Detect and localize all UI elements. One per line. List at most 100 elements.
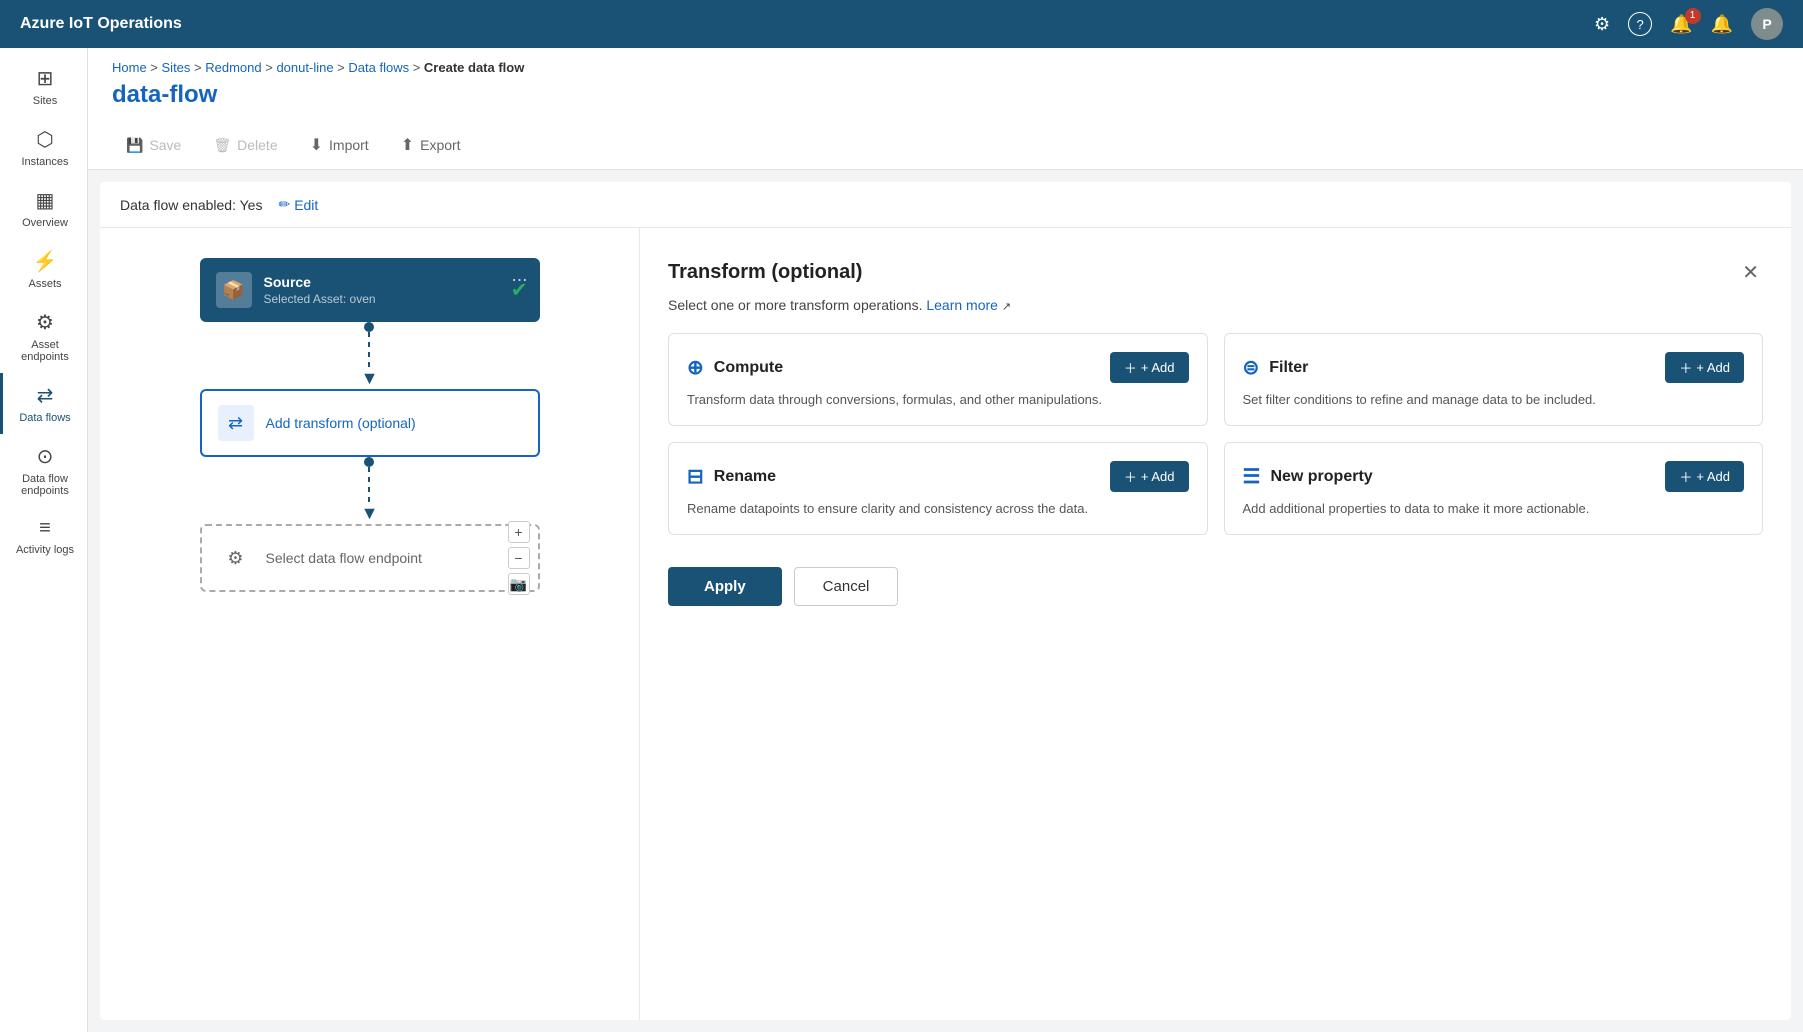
learn-more-link[interactable]: Learn more <box>926 297 998 313</box>
import-icon: ⬇ <box>310 135 323 155</box>
connector-arrow-1: ▼ <box>361 368 379 389</box>
filter-add-icon: ＋ <box>1679 358 1692 377</box>
dataflow-body: 📦 Source Selected Asset: oven ⋯ ✔ ▼ <box>100 228 1791 1020</box>
endpoint-camera-button[interactable]: 📷 <box>508 573 530 595</box>
endpoint-minus-button[interactable]: − <box>508 547 530 569</box>
page-title: data-flow <box>112 81 1779 109</box>
connector-arrow-2: ▼ <box>361 503 379 524</box>
save-label: Save <box>149 137 181 153</box>
transform-node[interactable]: ⇄ Add transform (optional) <box>200 389 540 457</box>
save-button[interactable]: 💾 Save <box>112 131 195 160</box>
filter-card-header: ⊜ Filter ＋ + Add <box>1243 352 1745 383</box>
new-property-card-header: ☰ New property ＋ + Add <box>1243 461 1745 492</box>
export-icon: ⬆ <box>401 135 414 155</box>
breadcrumb-donut-line[interactable]: donut-line <box>276 60 333 75</box>
sidebar-item-data-flow-endpoints[interactable]: ⊙ Data flow endpoints <box>0 434 87 507</box>
new-property-add-icon: ＋ <box>1679 467 1692 486</box>
flow-canvas: 📦 Source Selected Asset: oven ⋯ ✔ ▼ <box>100 228 640 1020</box>
toolbar: 💾 Save 🗑 Delete ⬇ Import ⬆ Export <box>112 121 1779 169</box>
new-property-add-button[interactable]: ＋ + Add <box>1665 461 1744 492</box>
source-node-icon: 📦 <box>216 272 252 308</box>
breadcrumb-home[interactable]: Home <box>112 60 147 75</box>
close-button[interactable]: ✕ <box>1738 256 1763 289</box>
app-title: Azure IoT Operations <box>20 15 1594 33</box>
data-flow-endpoints-icon: ⊙ <box>37 444 54 469</box>
data-flows-icon: ⇄ <box>37 383 54 408</box>
rename-description: Rename datapoints to ensure clarity and … <box>687 500 1189 518</box>
filter-label: Filter <box>1269 359 1308 377</box>
page-header: Home > Sites > Redmond > donut-line > Da… <box>88 48 1803 170</box>
apply-button[interactable]: Apply <box>668 567 782 606</box>
sidebar-item-overview[interactable]: ▦ Overview <box>0 178 87 239</box>
help-icon[interactable]: ? <box>1628 12 1652 36</box>
filter-add-label: + Add <box>1696 360 1730 375</box>
delete-button[interactable]: 🗑 Delete <box>199 131 291 160</box>
source-node-info: Source Selected Asset: oven <box>264 274 524 306</box>
settings-icon[interactable]: ⚙ <box>1594 14 1610 35</box>
transform-panel-description: Select one or more transform operations.… <box>668 297 1763 313</box>
endpoint-node-icon: ⚙ <box>218 540 254 576</box>
transform-node-icon: ⇄ <box>218 405 254 441</box>
notification-badge: 1 <box>1685 8 1701 24</box>
endpoint-plus-button[interactable]: + <box>508 521 530 543</box>
breadcrumb-sites[interactable]: Sites <box>162 60 191 75</box>
sidebar-item-sites-label: Sites <box>33 95 57 107</box>
new-property-label: New property <box>1270 468 1372 486</box>
cancel-button[interactable]: Cancel <box>794 567 899 606</box>
import-label: Import <box>329 137 369 153</box>
topnav-icons: ⚙ ? 🔔 1 🔔 P <box>1594 8 1783 40</box>
rename-card-header: ⊟ Rename ＋ + Add <box>687 461 1189 492</box>
source-node-title: Source <box>264 274 524 290</box>
endpoint-node-label: Select data flow endpoint <box>266 550 422 566</box>
sidebar-item-data-flow-endpoints-label: Data flow endpoints <box>11 473 79 497</box>
sidebar-item-sites[interactable]: ⊞ Sites <box>0 56 87 117</box>
rename-card-name: ⊟ Rename <box>687 464 776 489</box>
compute-add-label: + Add <box>1141 360 1175 375</box>
filter-card-name: ⊜ Filter <box>1243 355 1309 380</box>
sidebar-item-data-flows[interactable]: ⇄ Data flows <box>0 373 87 434</box>
rename-label: Rename <box>714 468 776 486</box>
avatar[interactable]: P <box>1751 8 1783 40</box>
rename-add-button[interactable]: ＋ + Add <box>1110 461 1189 492</box>
filter-icon: ⊜ <box>1243 355 1260 380</box>
assets-icon: ⚡ <box>33 249 58 274</box>
sidebar-item-instances[interactable]: ⬡ Instances <box>0 117 87 178</box>
compute-add-icon: ＋ <box>1124 358 1137 377</box>
activity-logs-icon: ≡ <box>39 517 51 540</box>
sidebar-item-asset-endpoints[interactable]: ⚙ Asset endpoints <box>0 300 87 373</box>
sidebar-item-assets[interactable]: ⚡ Assets <box>0 239 87 300</box>
notification-bell-icon[interactable]: 🔔 1 <box>1670 14 1692 35</box>
export-button[interactable]: ⬆ Export <box>387 129 475 161</box>
sidebar-item-activity-logs-label: Activity logs <box>16 544 74 556</box>
endpoint-node[interactable]: ⚙ Select data flow endpoint + − 📷 <box>200 524 540 592</box>
transform-card-compute: ⊕ Compute ＋ + Add Transform data through… <box>668 333 1208 426</box>
transform-card-new-property: ☰ New property ＋ + Add Add additional pr… <box>1224 442 1764 535</box>
import-button[interactable]: ⬇ Import <box>296 129 383 161</box>
connector-line-2 <box>368 467 370 507</box>
external-link-icon: ↗ <box>1002 301 1011 313</box>
compute-description: Transform data through conversions, form… <box>687 391 1189 409</box>
sidebar-item-asset-endpoints-label: Asset endpoints <box>11 339 79 363</box>
panel-actions: Apply Cancel <box>668 567 1763 606</box>
edit-button[interactable]: ✏ Edit <box>278 196 318 213</box>
filter-description: Set filter conditions to refine and mana… <box>1243 391 1745 409</box>
transform-panel: Transform (optional) ✕ Select one or mor… <box>640 228 1791 1020</box>
breadcrumb: Home > Sites > Redmond > donut-line > Da… <box>112 60 1779 75</box>
transform-grid: ⊕ Compute ＋ + Add Transform data through… <box>668 333 1763 535</box>
alert-bell-icon[interactable]: 🔔 <box>1711 14 1733 35</box>
compute-card-header: ⊕ Compute ＋ + Add <box>687 352 1189 383</box>
breadcrumb-redmond[interactable]: Redmond <box>205 60 261 75</box>
content-area: Home > Sites > Redmond > donut-line > Da… <box>88 48 1803 1032</box>
transform-panel-title: Transform (optional) <box>668 261 862 284</box>
new-property-icon: ☰ <box>1243 464 1261 489</box>
main-layout: ⊞ Sites ⬡ Instances ▦ Overview ⚡ Assets … <box>0 48 1803 1032</box>
breadcrumb-data-flows[interactable]: Data flows <box>348 60 409 75</box>
filter-add-button[interactable]: ＋ + Add <box>1665 352 1744 383</box>
sidebar-item-activity-logs[interactable]: ≡ Activity logs <box>0 507 87 566</box>
save-icon: 💾 <box>126 137 143 154</box>
sidebar-item-data-flows-label: Data flows <box>19 412 70 424</box>
asset-endpoints-icon: ⚙ <box>36 310 54 335</box>
compute-add-button[interactable]: ＋ + Add <box>1110 352 1189 383</box>
source-node[interactable]: 📦 Source Selected Asset: oven ⋯ ✔ <box>200 258 540 322</box>
transform-panel-header: Transform (optional) ✕ <box>668 256 1763 289</box>
